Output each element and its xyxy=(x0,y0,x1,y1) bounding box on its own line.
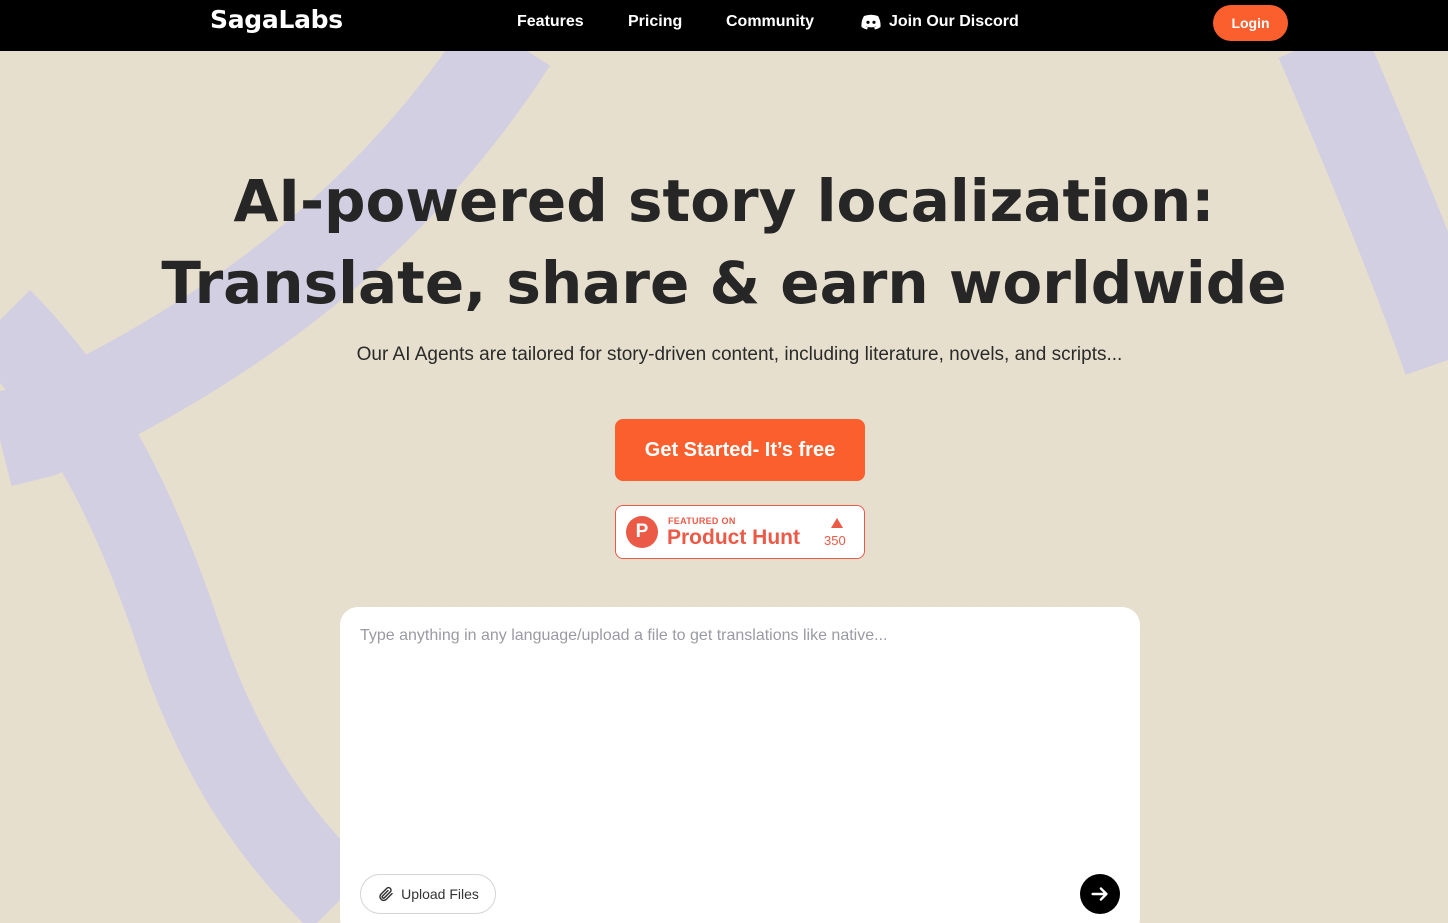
get-started-button[interactable]: Get Started- It’s free xyxy=(615,419,865,481)
upload-files-button[interactable]: Upload Files xyxy=(360,874,496,914)
hero-title: AI-powered story localization: Translate… xyxy=(0,160,1448,324)
product-hunt-upvote-count: 350 xyxy=(824,533,846,548)
product-hunt-featured-label: FEATURED ON xyxy=(668,516,736,526)
login-button[interactable]: Login xyxy=(1213,5,1288,41)
product-hunt-logo-icon: P xyxy=(626,516,658,548)
site-logo[interactable]: SagaLabs xyxy=(210,5,343,34)
hero-title-line-2: Translate, share & earn worldwide xyxy=(161,249,1287,317)
discord-link-label: Join Our Discord xyxy=(889,13,1019,30)
translation-input[interactable] xyxy=(360,627,1120,857)
nav-link-pricing[interactable]: Pricing xyxy=(628,13,682,31)
arrow-right-icon xyxy=(1089,883,1111,905)
send-button[interactable] xyxy=(1080,874,1120,914)
hero-title-line-1: AI-powered story localization: xyxy=(233,167,1215,235)
hero-subtitle: Our AI Agents are tailored for story-dri… xyxy=(356,344,1123,365)
paperclip-icon xyxy=(377,885,395,903)
product-hunt-name: Product Hunt xyxy=(667,526,800,549)
upload-files-label: Upload Files xyxy=(401,886,479,902)
triangle-up-icon xyxy=(831,518,843,528)
discord-icon xyxy=(861,14,881,30)
nav-link-discord[interactable]: Join Our Discord xyxy=(861,13,1019,31)
nav-link-community[interactable]: Community xyxy=(726,13,814,31)
nav-link-features[interactable]: Features xyxy=(517,13,584,31)
top-navbar: SagaLabs Features Pricing Community Join… xyxy=(0,0,1448,51)
product-hunt-badge[interactable]: P FEATURED ON Product Hunt 350 xyxy=(615,505,865,559)
translation-composer: Upload Files xyxy=(340,607,1140,923)
